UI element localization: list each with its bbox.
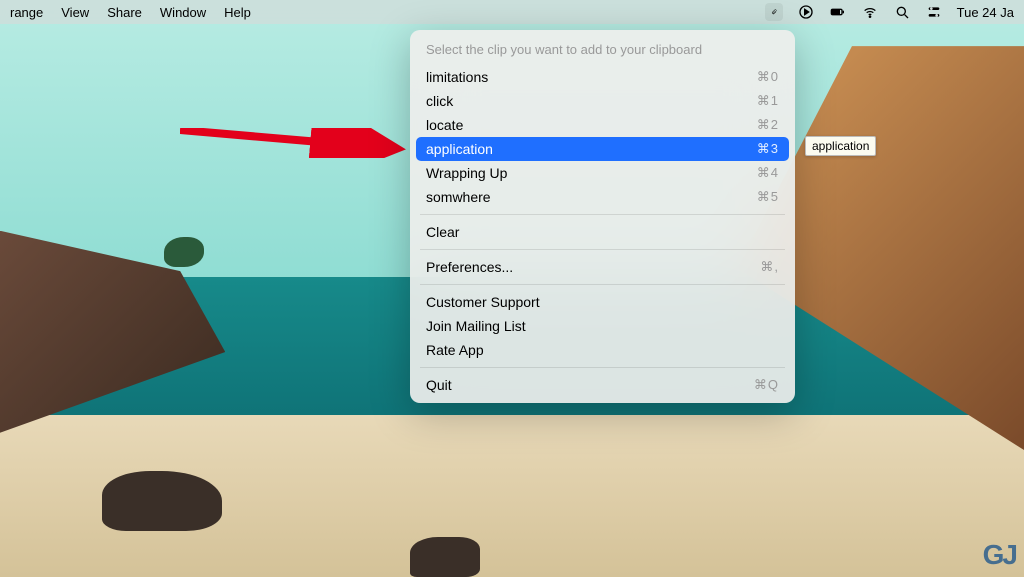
- menubar-app-menus: range View Share Window Help: [10, 5, 251, 20]
- join-mailing-list-item[interactable]: Join Mailing List: [416, 314, 789, 338]
- clip-label: somwhere: [426, 189, 491, 205]
- menubar: range View Share Window Help Tue 24 Ja: [0, 0, 1024, 24]
- play-circle-icon[interactable]: [797, 3, 815, 21]
- menubar-datetime[interactable]: Tue 24 Ja: [957, 5, 1014, 20]
- clip-label: Wrapping Up: [426, 165, 507, 181]
- menu-help[interactable]: Help: [224, 5, 251, 20]
- menubar-status-area: Tue 24 Ja: [765, 3, 1014, 21]
- item-label: Customer Support: [426, 294, 540, 310]
- annotation-arrow: [180, 128, 410, 158]
- clip-item-2[interactable]: locate ⌘2: [416, 113, 789, 137]
- menu-share[interactable]: Share: [107, 5, 142, 20]
- item-shortcut: ⌘,: [760, 259, 779, 275]
- clip-label: click: [426, 93, 453, 109]
- battery-icon[interactable]: [829, 3, 847, 21]
- menu-view[interactable]: View: [61, 5, 89, 20]
- tooltip: application: [805, 136, 876, 156]
- clip-item-4[interactable]: Wrapping Up ⌘4: [416, 161, 789, 185]
- clipboard-dropdown: Select the clip you want to add to your …: [410, 30, 795, 403]
- preferences-item[interactable]: Preferences... ⌘,: [416, 255, 789, 279]
- separator: [420, 249, 785, 250]
- item-label: Quit: [426, 377, 452, 393]
- separator: [420, 214, 785, 215]
- wifi-icon[interactable]: [861, 3, 879, 21]
- quit-item[interactable]: Quit ⌘Q: [416, 373, 789, 397]
- item-label: Join Mailing List: [426, 318, 526, 334]
- clip-label: locate: [426, 117, 463, 133]
- dropdown-header: Select the clip you want to add to your …: [416, 36, 789, 65]
- control-center-icon[interactable]: [925, 3, 943, 21]
- customer-support-item[interactable]: Customer Support: [416, 290, 789, 314]
- menu-window[interactable]: Window: [160, 5, 206, 20]
- clear-item[interactable]: Clear: [416, 220, 789, 244]
- clip-label: limitations: [426, 69, 488, 85]
- separator: [420, 367, 785, 368]
- item-shortcut: ⌘Q: [754, 377, 779, 393]
- clip-shortcut: ⌘4: [757, 165, 779, 181]
- clip-label: application: [426, 141, 493, 157]
- clip-shortcut: ⌘5: [757, 189, 779, 205]
- item-label: Rate App: [426, 342, 484, 358]
- item-label: Preferences...: [426, 259, 513, 275]
- clip-shortcut: ⌘0: [757, 69, 779, 85]
- clip-shortcut: ⌘1: [757, 93, 779, 109]
- clip-item-0[interactable]: limitations ⌘0: [416, 65, 789, 89]
- clip-item-3[interactable]: application ⌘3: [416, 137, 789, 161]
- clip-item-1[interactable]: click ⌘1: [416, 89, 789, 113]
- separator: [420, 284, 785, 285]
- item-label: Clear: [426, 224, 459, 240]
- paperclip-icon[interactable]: [765, 3, 783, 21]
- watermark-logo: GJ: [983, 539, 1016, 571]
- search-icon[interactable]: [893, 3, 911, 21]
- clip-item-5[interactable]: somwhere ⌘5: [416, 185, 789, 209]
- menu-range[interactable]: range: [10, 5, 43, 20]
- rate-app-item[interactable]: Rate App: [416, 338, 789, 362]
- clip-shortcut: ⌘3: [757, 141, 779, 157]
- clip-shortcut: ⌘2: [757, 117, 779, 133]
